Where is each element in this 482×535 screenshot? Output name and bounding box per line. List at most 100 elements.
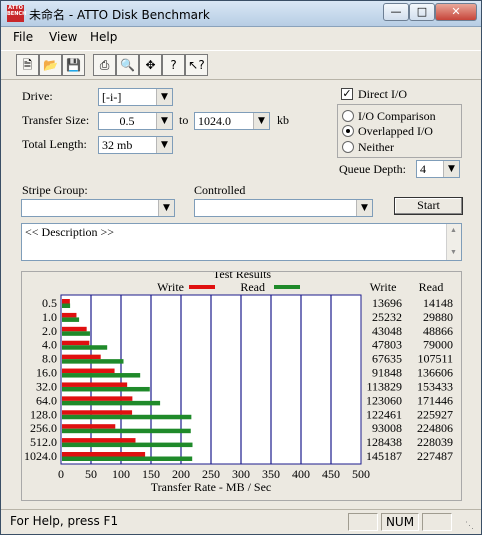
close-button[interactable]: ✕ [435,3,477,21]
x-tick-label: 50 [85,467,97,481]
controlled-select[interactable]: ▼ [194,199,373,217]
total-length-value: 32 mb [102,138,133,152]
chevron-down-icon[interactable]: ▼ [156,113,172,129]
drive-label: Drive: [22,89,53,103]
title-bar[interactable]: ATTO BENCH 未命名 - ATTO Disk Benchmark — □… [1,1,481,27]
x-tick-label: 300 [232,467,250,481]
y-tick-label: 2.0 [42,324,57,338]
menu-file[interactable]: File [13,30,33,44]
chevron-down-icon[interactable]: ▼ [443,161,459,177]
x-tick-label: 150 [142,467,160,481]
read-bar [62,303,71,308]
scroll-up-icon[interactable]: ▲ [450,226,457,234]
stripe-group-select[interactable]: ▼ [21,199,175,217]
read-value: 227487 [417,449,453,463]
maximize-button[interactable]: □ [409,3,435,21]
print-icon[interactable]: ⎙ [93,54,116,76]
overlapped-io-label: Overlapped I/O [358,124,433,138]
queue-depth-select[interactable]: 4 ▼ [416,160,460,178]
write-bar [62,396,133,401]
read-value: 107511 [417,352,453,366]
total-length-label: Total Length: [22,137,87,151]
x-tick-label: 250 [202,467,220,481]
x-tick-label: 0 [58,467,64,481]
write-legend-swatch [189,285,215,289]
menu-help[interactable]: Help [90,30,117,44]
read-value: 79000 [423,338,453,352]
overlapped-io-radio[interactable] [342,125,354,137]
direct-io-checkbox[interactable]: ✓ [341,88,353,100]
read-column-header: Read [419,280,444,294]
y-tick-label: 8.0 [42,352,57,366]
y-tick-label: 4.0 [42,338,57,352]
total-length-select[interactable]: 32 mb ▼ [98,136,173,154]
neither-radio[interactable] [342,141,354,153]
menu-view[interactable]: View [49,30,77,44]
to-label: to [179,113,189,127]
controlled-label: Controlled [194,183,246,197]
context-help-icon[interactable]: ↖? [185,54,208,76]
resize-grip-icon[interactable]: ⋱ [465,520,474,531]
io-comparison-label: I/O Comparison [358,109,436,123]
transfer-size-to-value: 1024.0 [198,114,231,128]
write-bar [62,368,115,374]
transfer-size-to-select[interactable]: 1024.0 ▼ [194,112,270,130]
chevron-down-icon[interactable]: ▼ [156,89,172,105]
help-icon[interactable]: ? [162,54,185,76]
write-value: 13696 [372,296,402,310]
move-icon[interactable]: ✥ [139,54,162,76]
status-panel-scroll [422,513,452,531]
save-icon[interactable]: 💾 [62,54,85,76]
write-value: 25232 [372,310,402,324]
chevron-down-icon[interactable]: ▼ [158,200,174,216]
drive-select[interactable]: [-i-] ▼ [98,88,173,106]
write-bar [62,354,101,360]
chevron-down-icon[interactable]: ▼ [156,137,172,153]
write-value: 93008 [372,421,402,435]
read-value: 228039 [417,435,453,449]
read-bar [62,373,141,378]
start-button[interactable]: Start [394,197,463,215]
open-folder-icon[interactable]: 📂 [39,54,62,76]
y-tick-label: 0.5 [42,296,57,310]
read-value: 171446 [417,393,453,407]
write-bar [62,410,133,415]
description-scrollbar[interactable]: ▲ ▼ [446,224,461,260]
x-tick-label: 100 [112,467,130,481]
read-bar [62,456,193,462]
read-value: 224806 [417,421,453,435]
read-legend-swatch [274,285,300,289]
kb-label: kb [277,113,289,127]
read-bar [62,345,108,350]
stripe-group-label: Stripe Group: [22,183,88,197]
test-results-group: Test Results Write Read Write Read 0 50 10… [21,271,462,501]
read-bar [62,414,192,420]
direct-io-label: Direct I/O [358,87,407,101]
io-comparison-radio[interactable] [342,110,354,122]
transfer-size-from-select[interactable]: 0.5 ▼ [98,112,173,130]
write-value: 67635 [372,352,402,366]
chevron-down-icon[interactable]: ▼ [356,200,372,216]
read-legend-label: Read [240,280,265,294]
y-tick-label: 1.0 [42,310,57,324]
chevron-down-icon[interactable]: ▼ [253,113,269,129]
print-preview-icon[interactable]: 🔍 [116,54,139,76]
read-bar [62,400,161,406]
x-tick-label: 450 [322,467,340,481]
write-value: 122461 [366,407,402,421]
num-lock-indicator: NUM [381,513,419,531]
x-tick-label: 200 [172,467,190,481]
write-value: 43048 [372,324,402,338]
x-tick-label: 500 [352,467,370,481]
description-box[interactable]: << Description >> ▲ ▼ [21,223,462,261]
read-value: 136606 [417,366,453,380]
app-window: ATTO BENCH 未命名 - ATTO Disk Benchmark — □… [0,0,482,535]
scroll-down-icon[interactable]: ▼ [450,248,457,256]
write-bar [62,299,70,304]
minimize-button[interactable]: — [383,3,409,21]
read-bar [62,317,80,322]
new-file-icon[interactable]: 🗎 [16,54,39,76]
y-tick-label: 16.0 [36,366,57,380]
read-bar [62,442,193,448]
y-tick-label: 256.0 [30,421,57,435]
